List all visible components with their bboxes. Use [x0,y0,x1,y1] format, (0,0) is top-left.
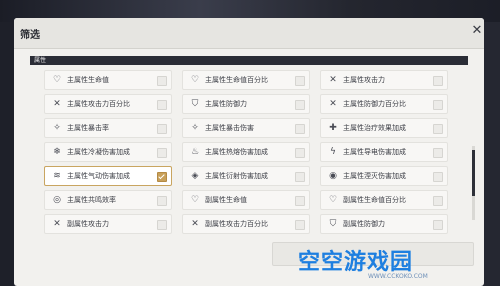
filter-item[interactable]: ◉ 主属性湮灭伤害加成 [320,166,448,186]
shield-icon: ⛉ [191,99,199,109]
heart-icon: ♡ [190,75,200,85]
checkbox[interactable] [433,148,443,158]
filter-item-label: 主属性湮灭伤害加成 [343,172,406,180]
attribute-grid: ♡ 主属性生命值 ♡ 主属性生命值百分比 ✕ 主属性攻击力 ✕ 主属性攻击力百分… [44,70,464,250]
crossed-swords-icon: ✕ [191,219,199,229]
checkbox[interactable] [157,100,167,110]
close-icon[interactable]: ✕ [470,24,484,38]
filter-item-label: 主属性暴击伤害 [205,124,254,132]
game-background-left [0,22,14,286]
checkbox-checked[interactable] [157,172,167,182]
annihilation-icon: ◉ [329,171,337,181]
checkbox[interactable] [295,172,305,182]
checkbox[interactable] [157,220,167,230]
filter-item-label: 主属性导电伤害加成 [343,148,406,156]
watermark: 空空游戏园 WWW.CCKOKO.COM [298,244,488,284]
filter-item[interactable]: ✕ 副属性攻击力 [44,214,172,234]
resonance-icon: ◎ [53,195,61,205]
crossed-swords-icon: ✕ [329,99,337,109]
filter-item[interactable]: ♡ 副属性生命值百分比 [320,190,448,210]
checkbox[interactable] [433,172,443,182]
checkbox[interactable] [157,124,167,134]
filter-item-label: 主属性防御力 [205,100,247,108]
panel-title: 筛选 [20,30,40,41]
filter-item[interactable]: ϟ 主属性导电伤害加成 [320,142,448,162]
filter-item[interactable]: ✚ 主属性治疗效果加成 [320,118,448,138]
checkbox[interactable] [295,220,305,230]
checkbox[interactable] [433,100,443,110]
panel-titlebar: 筛选 ✕ [14,18,484,49]
filter-item-selected[interactable]: ≋ 主属性气动伤害加成 [44,166,172,186]
heart-icon: ♡ [328,195,338,205]
filter-item-label: 主属性衍射伤害加成 [205,172,268,180]
crossed-swords-icon: ✕ [53,219,61,229]
watermark-text: 空空游戏园 [298,250,414,275]
filter-item[interactable]: ✕ 主属性攻击力 [320,70,448,90]
sparkle-icon: ✧ [191,123,199,133]
filter-item-label: 副属性攻击力百分比 [205,220,268,228]
filter-item-label: 副属性生命值 [205,196,247,204]
checkbox[interactable] [295,100,305,110]
checkbox[interactable] [433,124,443,134]
filter-item-label: 主属性生命值 [67,76,109,84]
filter-item[interactable]: ♡ 副属性生命值 [182,190,310,210]
snowflake-icon: ❄ [53,147,61,157]
filter-item[interactable]: ⛉ 副属性防御力 [320,214,448,234]
filter-item-label: 副属性生命值百分比 [343,196,406,204]
filter-item[interactable]: ✧ 主属性暴击伤害 [182,118,310,138]
crossed-swords-icon: ✕ [329,75,337,85]
filter-item-label: 主属性热熔伤害加成 [205,148,268,156]
filter-item-label: 主属性治疗效果加成 [343,124,406,132]
filter-item-label: 主属性攻击力百分比 [67,100,130,108]
section-header: 属性 [30,56,468,65]
checkbox[interactable] [433,196,443,206]
filter-item[interactable]: ◎ 主属性共鸣效率 [44,190,172,210]
heart-icon: ♡ [52,75,62,85]
filter-item[interactable]: ✕ 主属性攻击力百分比 [44,94,172,114]
filter-item[interactable]: ♡ 主属性生命值 [44,70,172,90]
crossed-swords-icon: ✕ [53,99,61,109]
filter-item-label: 主属性防御力百分比 [343,100,406,108]
filter-item-label: 主属性生命值百分比 [205,76,268,84]
filter-item[interactable]: ♨ 主属性热熔伤害加成 [182,142,310,162]
scrollbar-thumb[interactable] [472,150,475,196]
checkbox[interactable] [433,220,443,230]
filter-item-label: 副属性攻击力 [67,220,109,228]
filter-item-label: 主属性共鸣效率 [67,196,116,204]
filter-item[interactable]: ⛉ 主属性防御力 [182,94,310,114]
diffraction-icon: ◈ [191,171,199,181]
checkbox[interactable] [295,196,305,206]
filter-item[interactable]: ❄ 主属性冷凝伤害加成 [44,142,172,162]
sparkle-icon: ✧ [53,123,61,133]
flame-icon: ♨ [190,147,200,157]
shield-icon: ⛉ [329,219,337,229]
filter-item[interactable]: ◈ 主属性衍射伤害加成 [182,166,310,186]
watermark-url: WWW.CCKOKO.COM [368,273,428,280]
filter-item-label: 主属性冷凝伤害加成 [67,148,130,156]
checkbox[interactable] [433,76,443,86]
checkbox[interactable] [157,196,167,206]
checkbox[interactable] [295,76,305,86]
heart-icon: ♡ [190,195,200,205]
filter-item[interactable]: ✧ 主属性暴击率 [44,118,172,138]
checkbox[interactable] [295,148,305,158]
checkbox[interactable] [157,76,167,86]
checkbox[interactable] [157,148,167,158]
plus-icon: ✚ [329,123,337,133]
filter-item[interactable]: ✕ 副属性攻击力百分比 [182,214,310,234]
checkbox[interactable] [295,124,305,134]
lightning-icon: ϟ [330,147,336,157]
filter-item-label: 主属性攻击力 [343,76,385,84]
filter-item-label: 副属性防御力 [343,220,385,228]
filter-item[interactable]: ♡ 主属性生命值百分比 [182,70,310,90]
section-label: 属性 [34,57,47,64]
filter-item-label: 主属性暴击率 [67,124,109,132]
filter-item-label: 主属性气动伤害加成 [67,172,130,180]
filter-item[interactable]: ✕ 主属性防御力百分比 [320,94,448,114]
wind-icon: ≋ [53,171,61,181]
